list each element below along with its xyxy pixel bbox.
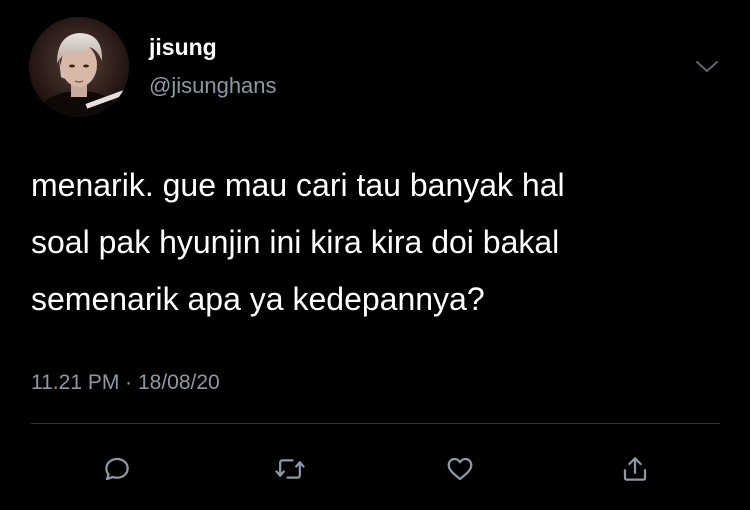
- chevron-down-icon[interactable]: [692, 55, 722, 79]
- share-icon: [623, 457, 647, 481]
- tweet-text: menarik. gue mau cari tau banyak hal soa…: [31, 167, 565, 317]
- reply-button[interactable]: [95, 447, 139, 491]
- user-handle[interactable]: @jisunghans: [149, 72, 277, 100]
- retweet-icon: [275, 459, 305, 479]
- like-icon: [447, 457, 473, 481]
- like-button[interactable]: [438, 447, 482, 491]
- profile-photo-icon: [29, 17, 129, 117]
- display-name[interactable]: jisung: [149, 33, 217, 61]
- tweet-timestamp[interactable]: 11.21 PM · 18/08/20: [31, 369, 220, 397]
- reply-icon: [105, 457, 129, 481]
- divider: [31, 423, 720, 424]
- retweet-button[interactable]: [268, 447, 312, 491]
- avatar[interactable]: [29, 17, 129, 117]
- tweet-card: jisung @jisunghans menarik. gue mau cari…: [0, 0, 750, 510]
- share-button[interactable]: [613, 447, 657, 491]
